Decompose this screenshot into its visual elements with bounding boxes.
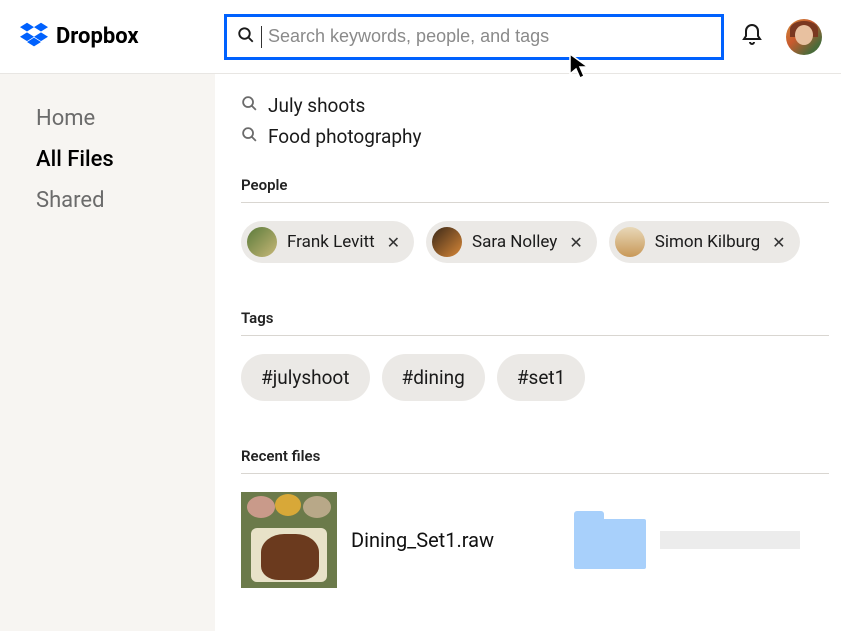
file-thumbnail xyxy=(241,492,337,588)
recent-file[interactable] xyxy=(574,511,800,569)
folder-icon xyxy=(574,511,646,569)
people-chips: Frank Levitt ✕ Sara Nolley ✕ Simon Kilbu… xyxy=(241,221,829,263)
tag-chip[interactable]: #set1 xyxy=(497,354,585,401)
recent-file[interactable]: Dining_Set1.raw xyxy=(241,492,494,588)
file-name-placeholder xyxy=(660,531,800,549)
section-title-people: People xyxy=(241,176,829,194)
suggestion-label: Food photography xyxy=(268,125,421,148)
header: Dropbox xyxy=(0,0,841,74)
tag-chip[interactable]: #julyshoot xyxy=(241,354,370,401)
section-title-recent: Recent files xyxy=(241,447,829,465)
avatar xyxy=(432,227,462,257)
suggestion-label: July shoots xyxy=(268,94,365,117)
tag-chips: #julyshoot #dining #set1 xyxy=(241,354,829,401)
search-input[interactable] xyxy=(268,26,711,47)
avatar xyxy=(615,227,645,257)
text-caret xyxy=(261,26,262,48)
brand-name: Dropbox xyxy=(56,24,139,49)
person-name: Sara Nolley xyxy=(472,232,557,252)
main-content: July shoots Food photography People Fran… xyxy=(215,74,841,631)
file-name: Dining_Set1.raw xyxy=(351,528,494,552)
remove-icon[interactable]: ✕ xyxy=(569,233,582,252)
search-icon xyxy=(241,95,258,116)
dropbox-icon xyxy=(20,22,48,52)
search-suggestion[interactable]: July shoots xyxy=(241,94,829,117)
recent-files: Dining_Set1.raw xyxy=(241,492,829,588)
person-chip[interactable]: Sara Nolley ✕ xyxy=(426,221,597,263)
sidebar: Home All Files Shared xyxy=(0,74,215,631)
search-icon xyxy=(237,26,255,48)
sidebar-item-files[interactable]: All Files xyxy=(36,147,215,172)
remove-icon[interactable]: ✕ xyxy=(772,233,785,252)
search-icon xyxy=(241,126,258,147)
divider xyxy=(241,202,829,203)
notifications-icon[interactable] xyxy=(740,23,764,51)
search-bar xyxy=(224,14,724,60)
section-title-tags: Tags xyxy=(241,309,829,327)
avatar xyxy=(247,227,277,257)
divider xyxy=(241,335,829,336)
tag-chip[interactable]: #dining xyxy=(382,354,485,401)
sidebar-item-shared[interactable]: Shared xyxy=(36,188,215,213)
person-name: Simon Kilburg xyxy=(655,232,760,252)
header-actions xyxy=(740,19,822,55)
person-chip[interactable]: Frank Levitt ✕ xyxy=(241,221,414,263)
search-box[interactable] xyxy=(224,14,724,60)
remove-icon[interactable]: ✕ xyxy=(387,233,400,252)
person-chip[interactable]: Simon Kilburg ✕ xyxy=(609,221,800,263)
divider xyxy=(241,473,829,474)
search-suggestion[interactable]: Food photography xyxy=(241,125,829,148)
user-avatar[interactable] xyxy=(786,19,822,55)
brand-logo[interactable]: Dropbox xyxy=(20,22,208,52)
person-name: Frank Levitt xyxy=(287,232,375,252)
sidebar-item-home[interactable]: Home xyxy=(36,106,215,131)
